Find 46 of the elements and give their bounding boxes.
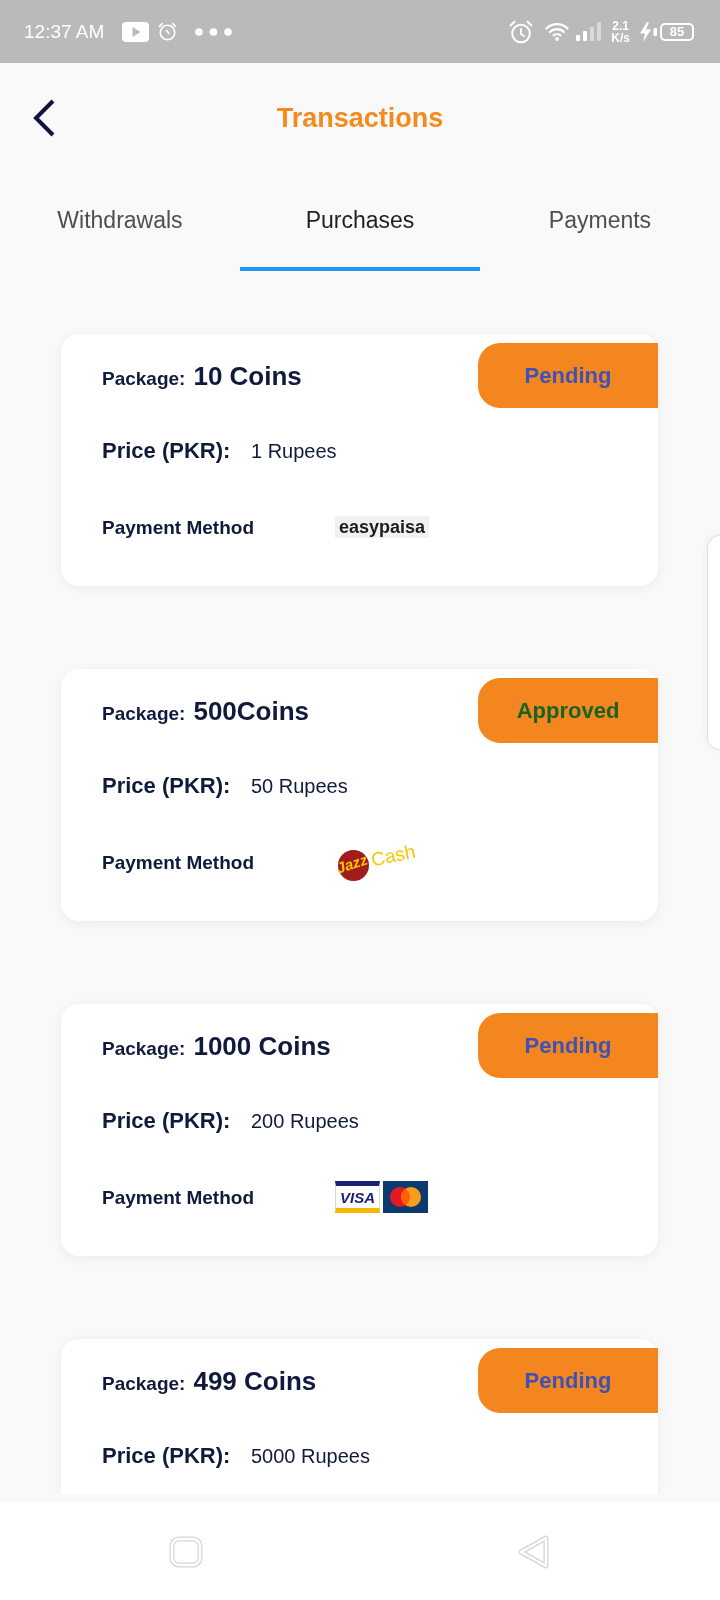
back-triangle-icon[interactable]: [517, 1534, 551, 1569]
price-label: Price (PKR):: [102, 440, 232, 462]
visa-card-logo: VISA: [335, 1181, 380, 1213]
status-time: 12:37 AM: [24, 22, 105, 41]
battery-level: 85: [660, 22, 694, 41]
network-speed: 2.1: [612, 19, 629, 32]
package-name: 500Coins: [193, 697, 310, 724]
page-title: Transactions: [276, 104, 444, 132]
tab[interactable]: Purchases: [240, 173, 480, 271]
charging-bolt-icon: [640, 21, 657, 42]
status-badge: Pending: [478, 1348, 658, 1413]
payment-method-label: Payment Method: [102, 517, 256, 537]
status-badge: Approved: [478, 678, 658, 743]
chevron-left-icon: [32, 99, 56, 137]
package-label: Package:: [102, 703, 186, 723]
package-name: 1000 Coins: [193, 1032, 331, 1059]
overlapping-circles-card-icon: [383, 1181, 428, 1213]
alarm-clock-icon: [158, 22, 178, 41]
wifi-icon: [545, 22, 570, 41]
package-label: Package:: [102, 1038, 186, 1058]
tab[interactable]: Payments: [480, 173, 720, 271]
price-value: 1 Rupees: [251, 441, 337, 461]
payment-method-label: Payment Method: [102, 1187, 256, 1207]
price-label: Price (PKR):: [102, 775, 232, 797]
payment-method-logo: easypaisa: [335, 516, 429, 538]
square-nav-icon[interactable]: [169, 1535, 203, 1568]
price-value: 200 Rupees: [251, 1111, 359, 1131]
package-label: Package:: [102, 368, 186, 388]
payment-method-logo: Jazz Cash: [335, 842, 415, 882]
edge-panel-tab[interactable]: [707, 535, 720, 750]
status-badge: Pending: [478, 1013, 658, 1078]
package-name: 10 Coins: [193, 362, 302, 389]
price-label: Price (PKR):: [102, 1445, 232, 1467]
more-dots-icon: [195, 27, 233, 36]
status-badge: Pending: [478, 343, 658, 408]
package-label: Package:: [102, 1373, 186, 1393]
tab[interactable]: Withdrawals: [0, 173, 240, 271]
payment-method-label: Payment Method: [102, 852, 256, 872]
video-play-icon: [122, 21, 150, 42]
price-label: Price (PKR):: [102, 1110, 232, 1132]
package-name: 499 Coins: [193, 1367, 317, 1394]
price-value: 5000 Rupees: [251, 1446, 370, 1466]
alarm-clock-icon: [509, 19, 534, 44]
price-value: 50 Rupees: [251, 776, 348, 796]
network-speed-unit: K/s: [611, 31, 630, 44]
signal-bars-icon: [576, 22, 602, 41]
